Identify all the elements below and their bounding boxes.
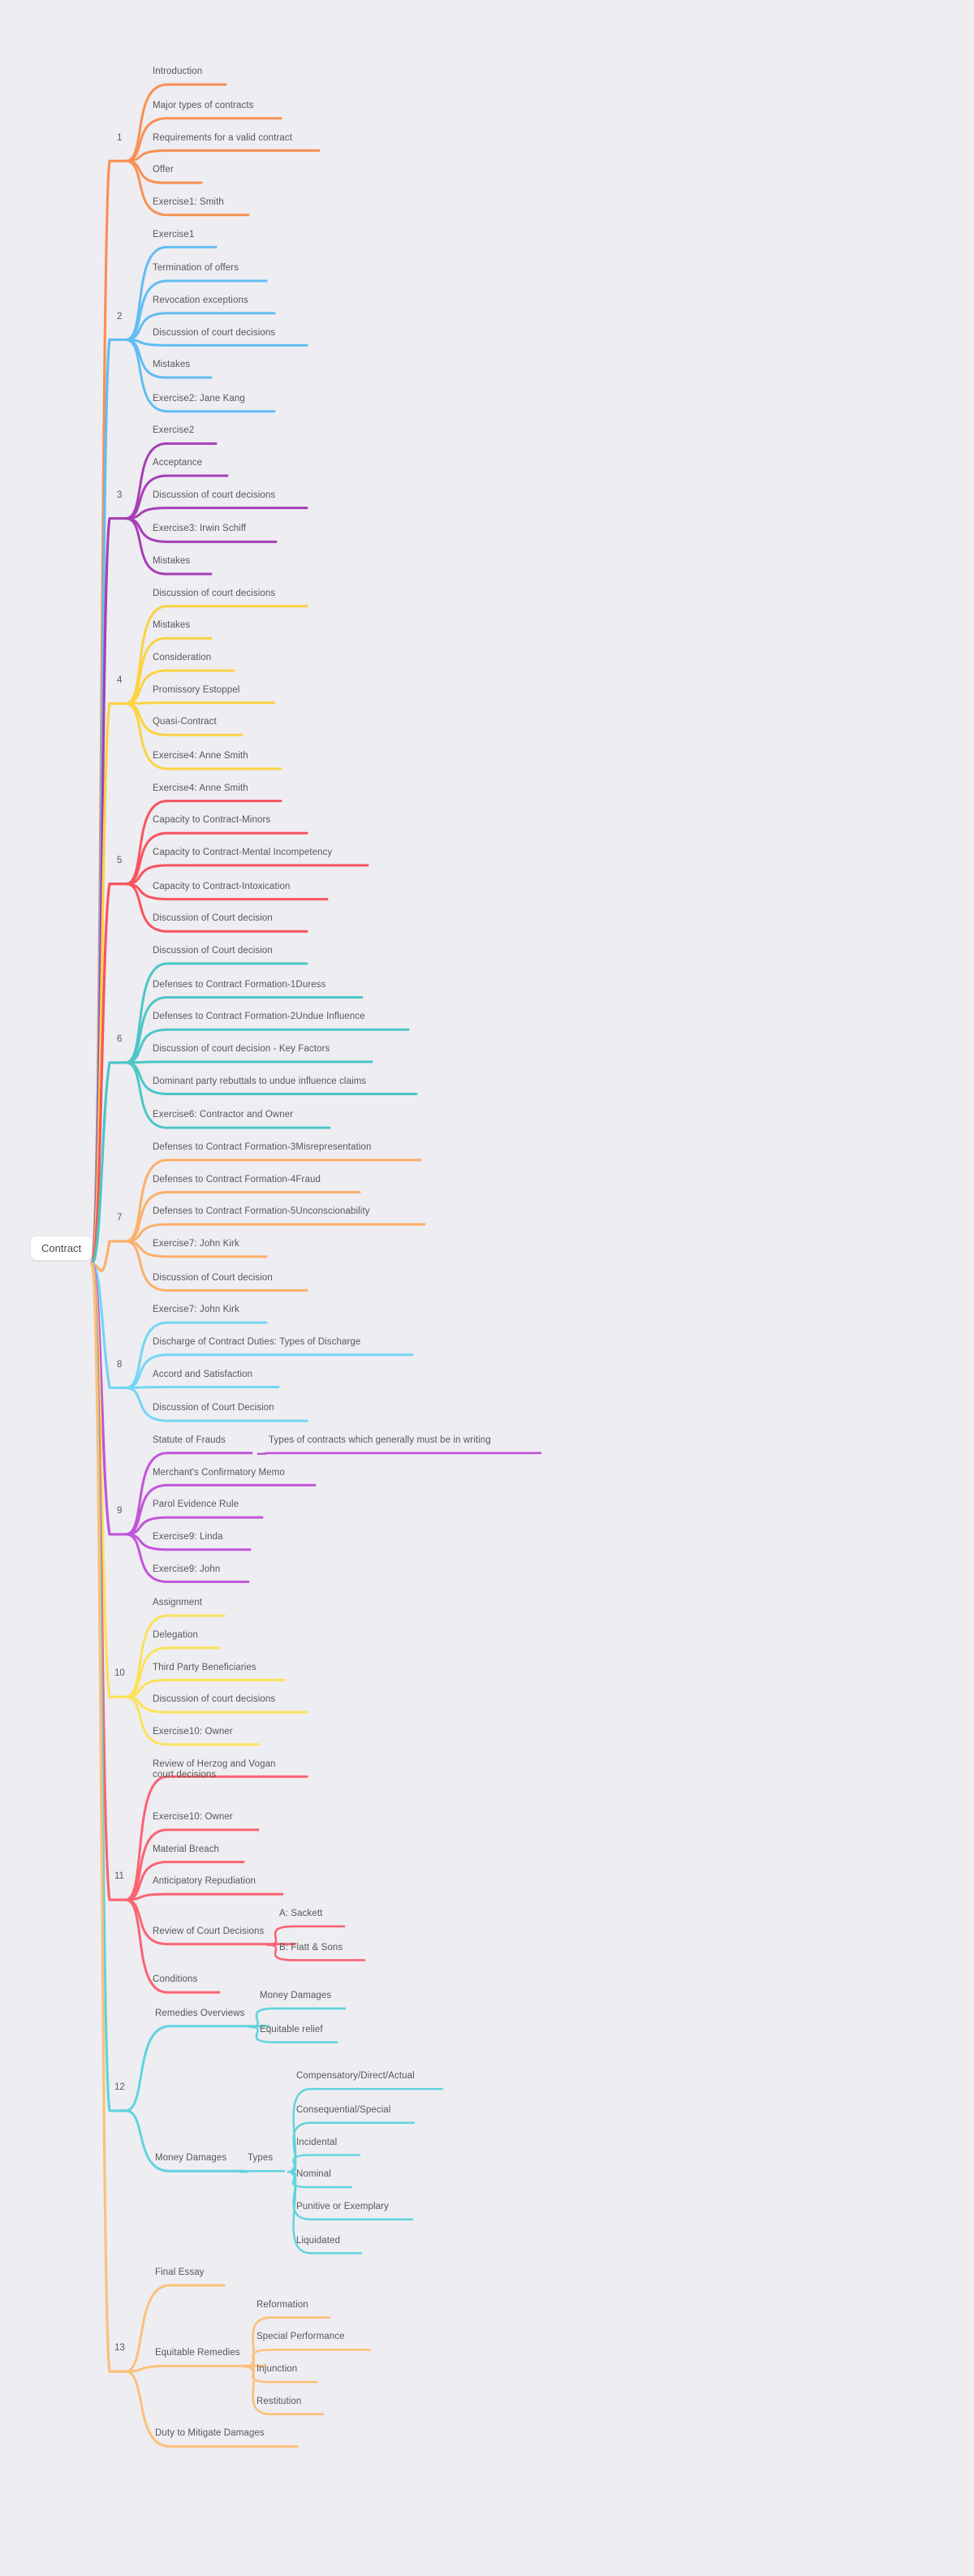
node-b12-2-1-1[interactable]: Compensatory/Direct/Actual [296,2071,415,2082]
node-b1-1[interactable]: Introduction [153,67,202,77]
mindmap-canvas: 1 Introduction Major types of contracts Req… [0,0,974,2576]
node-b13-2-1[interactable]: Reformation [256,2300,308,2311]
node-b3-1[interactable]: Exercise2 [153,425,194,436]
node-b2-1[interactable]: Exercise1 [153,230,194,240]
node-b13-2[interactable]: Equitable Remedies [155,2348,240,2358]
node-b1-3[interactable]: Requirements for a valid contract [153,133,292,144]
node-b12-2-1-2[interactable]: Consequential/Special [296,2105,391,2116]
node-b3-2[interactable]: Acceptance [153,458,202,468]
branch-index-5: 5 [117,855,123,865]
node-b3-3[interactable]: Discussion of court decisions [153,490,275,501]
node-b13-2-2[interactable]: Special Performance [256,2332,345,2342]
branch-index-6: 6 [117,1034,123,1045]
node-b10-2[interactable]: Delegation [153,1630,198,1641]
node-b8-4[interactable]: Discussion of Court Decision [153,1403,274,1413]
node-b9-1[interactable]: Statute of Frauds [153,1435,226,1446]
node-b12-2-1-5[interactable]: Punitive or Exemplary [296,2202,389,2212]
node-b4-4[interactable]: Promissory Estoppel [153,685,239,696]
node-b13-1[interactable]: Final Essay [155,2267,205,2278]
node-b8-3[interactable]: Accord and Satisfaction [153,1370,252,1380]
node-b4-1[interactable]: Discussion of court decisions [153,589,275,599]
node-b13-2-3[interactable]: Injunction [256,2364,297,2375]
node-b11-4[interactable]: Anticipatory Repudiation [153,1876,256,1887]
node-b5-3[interactable]: Capacity to Contract-Mental Incompetency [153,848,332,858]
node-b12-2-1-4[interactable]: Nominal [296,2169,331,2180]
node-b2-4[interactable]: Discussion of court decisions [153,328,275,339]
node-b6-6[interactable]: Exercise6: Contractor and Owner [153,1110,293,1120]
node-b1-4[interactable]: Offer [153,165,174,175]
node-b10-4[interactable]: Discussion of court decisions [153,1694,275,1705]
node-b3-4[interactable]: Exercise3: Irwin Schiff [153,524,246,534]
node-b6-4[interactable]: Discussion of court decision - Key Facto… [153,1044,330,1055]
node-b6-5[interactable]: Dominant party rebuttals to undue influe… [153,1077,366,1087]
branch-index-8: 8 [117,1359,123,1370]
node-b12-2-1-3[interactable]: Incidental [296,2138,337,2148]
branch-index-9: 9 [117,1506,123,1517]
branch-index-2: 2 [117,311,123,321]
node-b11-2[interactable]: Exercise10: Owner [153,1812,233,1823]
node-b2-3[interactable]: Revocation exceptions [153,296,248,306]
node-b9-1-1[interactable]: Types of contracts which generally must … [269,1435,491,1446]
node-b1-5[interactable]: Exercise1: Smith [153,197,224,208]
node-b11-3[interactable]: Material Breach [153,1845,219,1855]
node-b11-5-2[interactable]: B: Flatt & Sons [279,1943,343,1953]
node-b9-5[interactable]: Exercise9: John [153,1564,220,1575]
node-b10-3[interactable]: Third Party Beneficiaries [153,1663,256,1673]
node-b4-6[interactable]: Exercise4: Anne Smith [153,751,248,762]
node-b11-5[interactable]: Review of Court Decisions [153,1927,264,1937]
node-b12-2-1-6[interactable]: Liquidated [296,2236,340,2246]
node-b12-2[interactable]: Money Damages [155,2153,226,2164]
node-b12-1[interactable]: Remedies Overviews [155,2009,244,2019]
node-b8-1[interactable]: Exercise7: John Kirk [153,1305,239,1315]
node-b12-2-1[interactable]: Types [248,2153,273,2164]
node-b12-1-2[interactable]: Equitable relief [260,2025,323,2035]
node-b7-4[interactable]: Exercise7: John Kirk [153,1239,239,1249]
branch-index-7: 7 [117,1213,123,1223]
node-b3-5[interactable]: Mistakes [153,556,190,567]
node-b6-1[interactable]: Discussion of Court decision [153,946,273,956]
node-b5-2[interactable]: Capacity to Contract-Minors [153,815,270,826]
node-b2-2[interactable]: Termination of offers [153,263,239,274]
branch-index-12: 12 [114,2082,125,2093]
node-b6-2[interactable]: Defenses to Contract Formation-1Duress [153,980,325,990]
node-b6-3[interactable]: Defenses to Contract Formation-2Undue In… [153,1012,365,1022]
branch-index-11: 11 [114,1871,124,1882]
branch-index-13: 13 [114,2343,125,2354]
node-b7-2[interactable]: Defenses to Contract Formation-4Fraud [153,1175,321,1185]
branch-index-1: 1 [117,132,123,143]
node-b9-3[interactable]: Parol Evidence Rule [153,1499,239,1510]
node-b12-1-1[interactable]: Money Damages [260,1991,331,2001]
branch-index-4: 4 [117,675,123,685]
node-b7-1[interactable]: Defenses to Contract Formation-3Misrepre… [153,1142,372,1153]
branch-index-3: 3 [117,490,123,500]
mindmap-edges [90,83,542,2448]
node-b1-2[interactable]: Major types of contracts [153,101,253,111]
node-b10-5[interactable]: Exercise10: Owner [153,1727,233,1737]
node-b9-2[interactable]: Merchant's Confirmatory Memo [153,1468,285,1478]
node-b2-5[interactable]: Mistakes [153,360,190,370]
node-b8-2[interactable]: Discharge of Contract Duties: Types of D… [153,1337,360,1348]
node-b7-5[interactable]: Discussion of Court decision [153,1273,273,1284]
root-node[interactable]: Contract [31,1236,93,1260]
branch-index-10: 10 [114,1668,125,1679]
node-b9-4[interactable]: Exercise9: Linda [153,1532,223,1543]
node-b5-5[interactable]: Discussion of Court decision [153,913,273,924]
node-b4-2[interactable]: Mistakes [153,620,190,631]
node-b11-1[interactable]: Review of Herzog and Vogan court decisio… [153,1759,276,1780]
node-b2-6[interactable]: Exercise2: Jane Kang [153,394,245,404]
node-b7-3[interactable]: Defenses to Contract Formation-5Unconsci… [153,1206,370,1217]
node-b4-5[interactable]: Quasi-Contract [153,717,217,727]
node-b11-5-1[interactable]: A: Sackett [279,1909,322,1919]
node-b5-4[interactable]: Capacity to Contract-Intoxication [153,882,291,892]
node-b5-1[interactable]: Exercise4: Anne Smith [153,783,248,794]
node-b4-3[interactable]: Consideration [153,653,211,663]
node-b13-3[interactable]: Duty to Mitigate Damages [155,2428,265,2439]
node-b13-2-4[interactable]: Restitution [256,2397,301,2407]
node-b10-1[interactable]: Assignment [153,1598,202,1608]
node-b11-6[interactable]: Conditions [153,1974,197,1985]
